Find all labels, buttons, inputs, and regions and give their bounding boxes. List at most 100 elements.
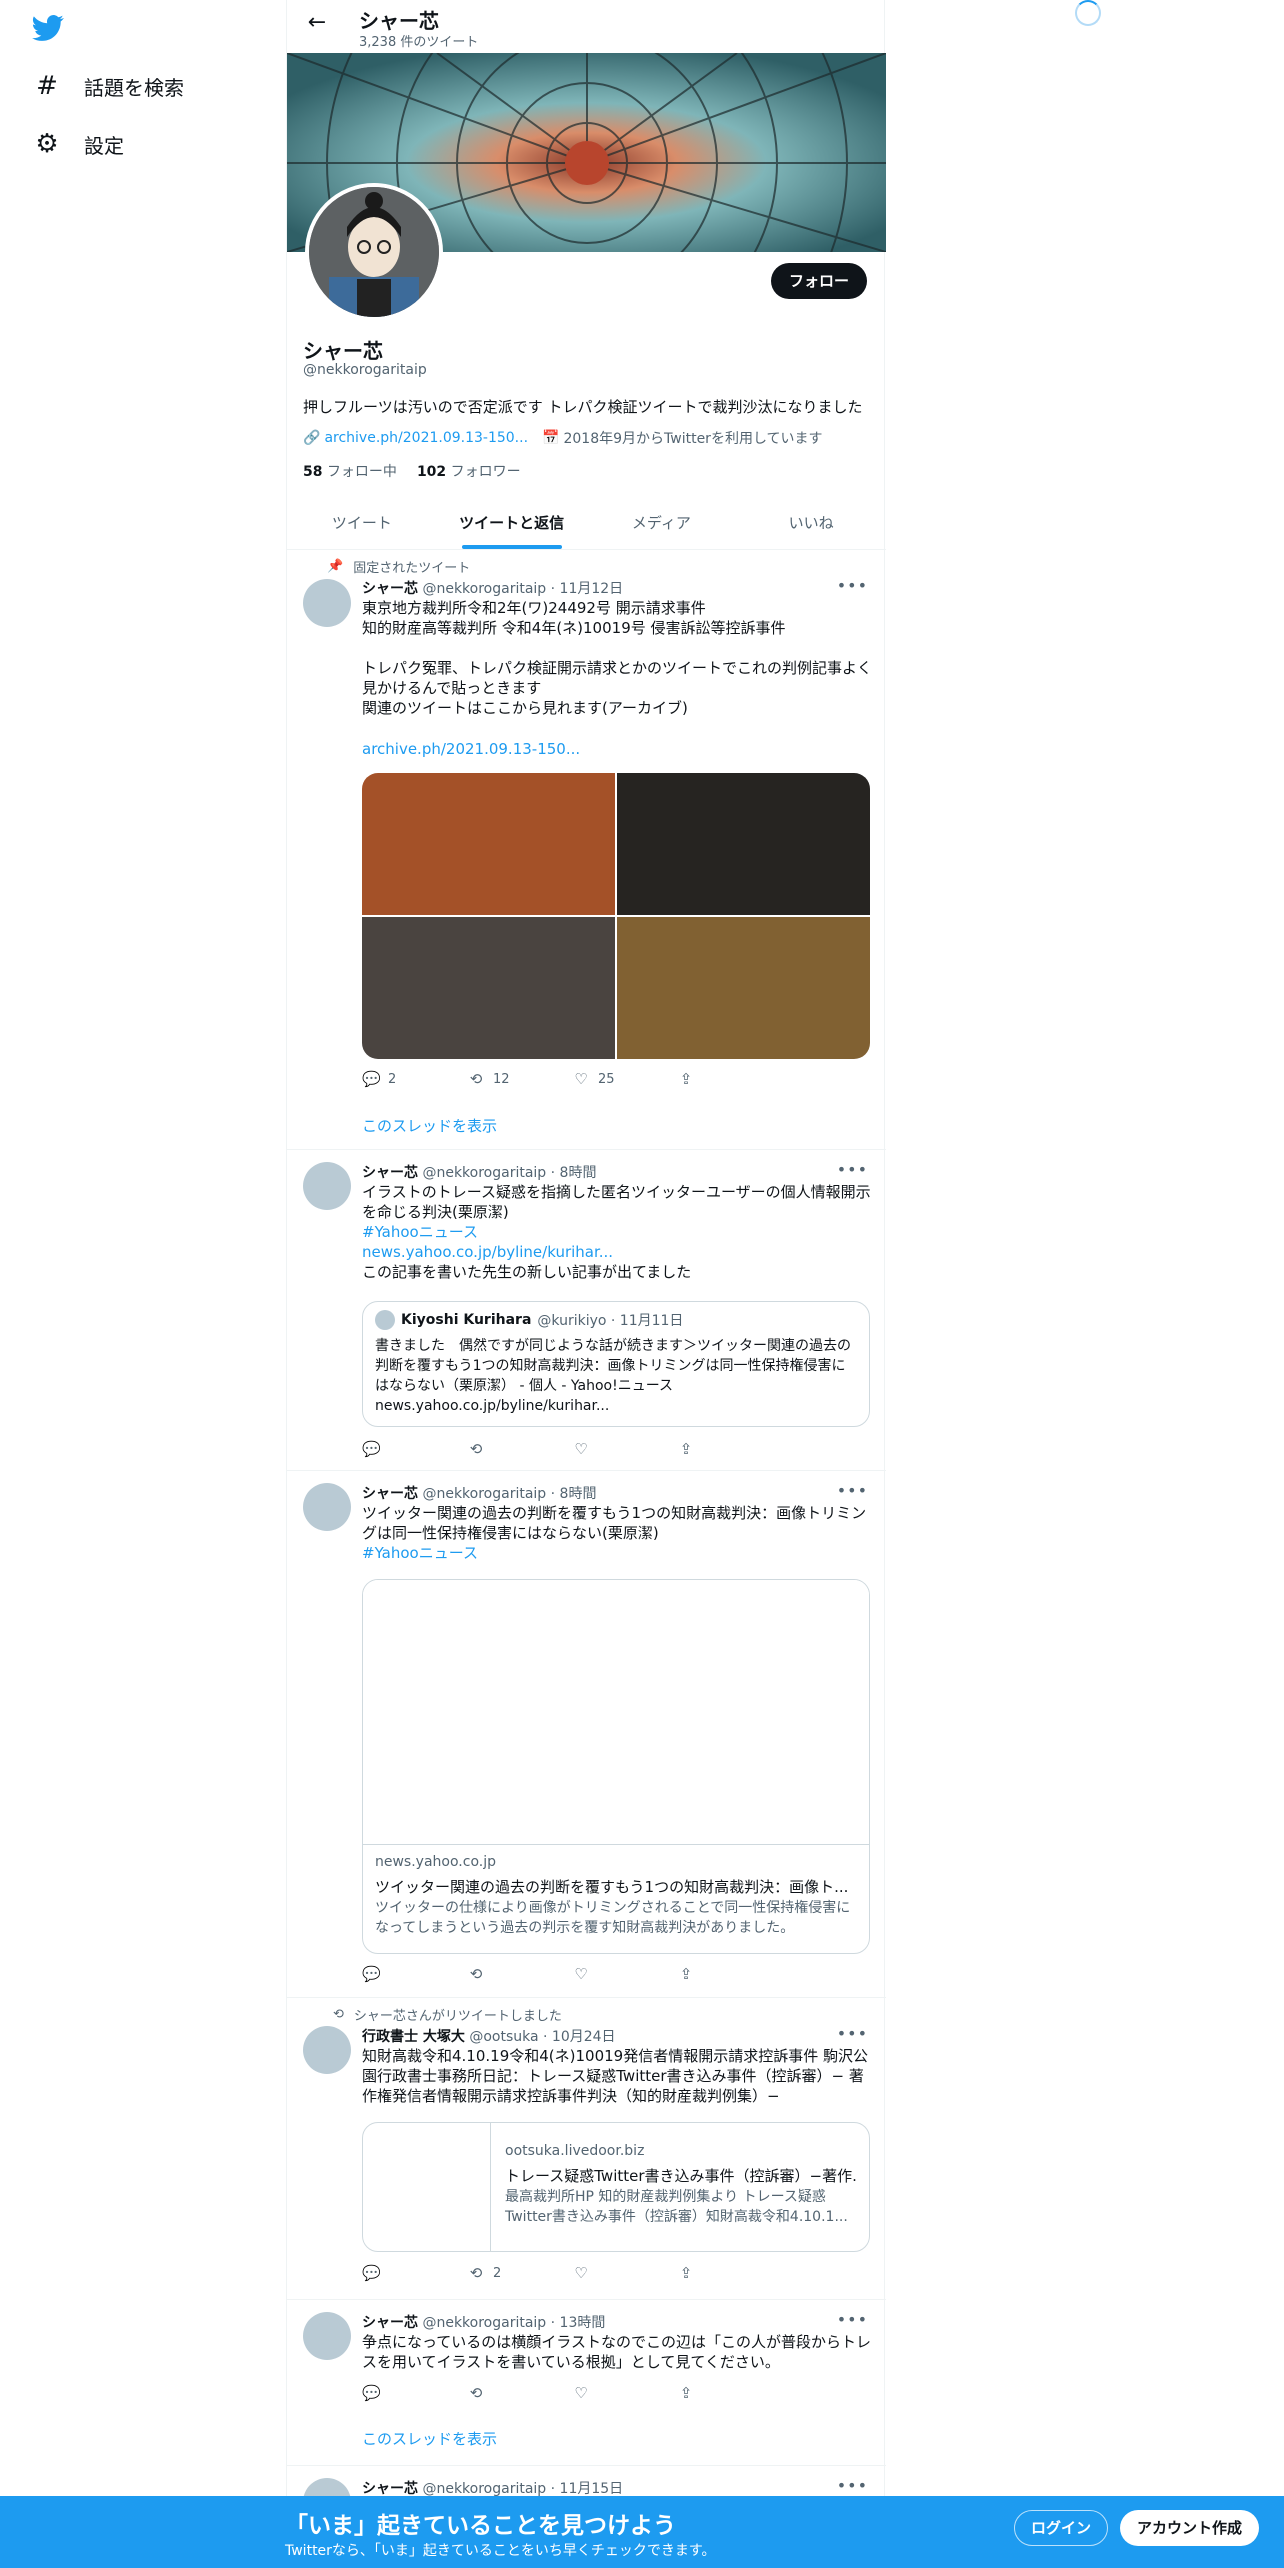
tweet-actions: 💬 ⟲ ♡ ⇪ [362, 2384, 782, 2402]
share-icon: ⇪ [679, 2384, 693, 2402]
profile-avatar[interactable] [305, 183, 443, 321]
tweet-link[interactable]: archive.ph/2021.09.13-150... [362, 739, 872, 759]
reply-button[interactable]: 💬 [362, 2264, 467, 2282]
following-link[interactable]: 58 フォロー中 [303, 461, 397, 481]
more-icon[interactable]: ••• [837, 1481, 868, 1500]
tweet-item[interactable]: ⟲ シャー芯さんがリツイートしました 行政書士 大塚大 @ootsuka · 1… [287, 1998, 886, 2300]
tweet-hashtag[interactable]: #Yahooニュース [362, 1222, 872, 1242]
tweet-item[interactable]: シャー芯 @nekkorogaritaip · 8時間 ••• イラストのトレー… [287, 1150, 886, 1471]
reply-button[interactable]: 💬 [362, 1965, 467, 1983]
share-button[interactable]: ⇪ [677, 1440, 782, 1458]
profile-header: ← シャー芯 3,238 件のツイート [287, 0, 884, 53]
tab-likes[interactable]: いいね [736, 498, 886, 549]
heart-icon: ♡ [574, 2384, 588, 2402]
share-icon: ⇪ [679, 1965, 693, 1983]
media-image[interactable] [617, 773, 870, 915]
more-icon[interactable]: ••• [837, 2310, 868, 2329]
retweet-button[interactable]: ⟲ [467, 2384, 572, 2402]
tweet-item[interactable]: シャー芯 @nekkorogaritaip · 11月15日 ••• [287, 2466, 886, 2526]
reply-icon: 💬 [362, 1965, 381, 1983]
share-button[interactable]: ⇪ [677, 2264, 782, 2282]
signup-button[interactable]: アカウント作成 [1120, 2510, 1260, 2546]
link-card-title: トレース疑惑Twitter書き込み事件（控訴審）−著作... [505, 2167, 857, 2185]
more-icon[interactable]: ••• [837, 2024, 868, 2043]
avatar[interactable] [303, 2312, 351, 2360]
nav-settings[interactable]: ⚙ 設定 [32, 129, 124, 159]
tweet-text: 知財高裁令和4.10.19令和4(ネ)10019発信者情報開示請求控訴事件 駒沢… [362, 2047, 868, 2105]
profile-bio: 押しフルーツは汚いので否定派です トレパク検証ツイートで裁判沙汰になりました [303, 398, 863, 416]
tweet-link[interactable]: news.yahoo.co.jp/byline/kurihar... [362, 1242, 872, 1262]
tab-tweets[interactable]: ツイート [287, 498, 437, 549]
header-tweet-count: 3,238 件のツイート [359, 35, 479, 50]
retweet-icon: ⟲ [469, 1070, 483, 1088]
tweet-item[interactable]: シャー芯 @nekkorogaritaip · 13時間 ••• 争点になってい… [287, 2300, 886, 2466]
like-button[interactable]: ♡ 25 [572, 1070, 677, 1088]
tab-media[interactable]: メディア [587, 498, 737, 549]
profile-meta: 🔗 archive.ph/2021.09.13-150... 📅 2018年9月… [303, 428, 823, 448]
tab-tweets-replies[interactable]: ツイートと返信 [437, 498, 587, 549]
follow-button[interactable]: フォロー [770, 263, 867, 299]
media-grid [362, 773, 870, 1059]
retweet-button[interactable]: ⟲ [467, 1440, 572, 1458]
profile-tabs: ツイート ツイートと返信 メディア いいね [287, 498, 886, 550]
share-icon: ⇪ [679, 1440, 693, 1458]
share-button[interactable]: ⇪ [677, 1965, 782, 1983]
retweet-button[interactable]: ⟲ 2 [467, 2264, 572, 2282]
tweet-text: ツイッター関連の過去の判断を覆すもう1つの知財高裁判決：画像トリミングは同一性保… [362, 1504, 867, 1542]
tweet-header: シャー芯 @nekkorogaritaip · 11月15日 [362, 2481, 624, 2497]
reply-button[interactable]: 💬 [362, 1440, 467, 1458]
link-card[interactable]: news.yahoo.co.jp ツイッター関連の過去の判断を覆すもう1つの知財… [362, 1579, 870, 1954]
share-icon: ⇪ [679, 2264, 693, 2282]
tweet-text: イラストのトレース疑惑を指摘した匿名ツイッターユーザーの個人情報開示を命じる判決… [362, 1183, 871, 1221]
nav-explore[interactable]: # 話題を検索 [32, 71, 184, 101]
media-image[interactable] [362, 773, 615, 915]
reply-button[interactable]: 💬 [362, 2384, 467, 2402]
pin-icon: 📌 [327, 559, 344, 574]
tweet-text: 東京地方裁判所令和2年(ワ)24492号 開示請求事件 知的財産高等裁判所 令和… [362, 599, 873, 717]
tweet-hashtag[interactable]: #Yahooニュース [362, 1543, 872, 1563]
followers-link[interactable]: 102 フォロワー [417, 461, 521, 481]
media-image[interactable] [617, 917, 870, 1059]
link-icon: 🔗 [303, 430, 321, 446]
retweet-icon: ⟲ [469, 2384, 483, 2402]
profile-joined: 2018年9月からTwitterを利用しています [563, 431, 823, 447]
media-image[interactable] [362, 917, 615, 1059]
retweet-button[interactable]: ⟲ [467, 1965, 572, 1983]
quote-tweet[interactable]: Kiyoshi Kurihara @kurikiyo · 11月11日 書きまし… [362, 1301, 870, 1427]
tweet-text-2: この記事を書いた先生の新しい記事が出てました [362, 1263, 692, 1281]
loading-spinner-icon [1075, 0, 1101, 26]
tweet-item[interactable]: シャー芯 @nekkorogaritaip · 8時間 ••• ツイッター関連の… [287, 1471, 886, 1998]
profile-link[interactable]: archive.ph/2021.09.13-150... [324, 430, 528, 446]
quote-meta: @kurikiyo · 11月11日 [537, 1313, 684, 1329]
share-button[interactable]: ⇪ [677, 2384, 782, 2402]
retweet-icon: ⟲ [469, 2264, 483, 2282]
gear-icon: ⚙ [35, 129, 59, 159]
avatar[interactable] [303, 579, 351, 627]
tweet-item[interactable]: 📌 固定されたツイート シャー芯 @nekkorogaritaip · 11月1… [287, 551, 886, 1150]
login-button[interactable]: ログイン [1014, 2510, 1109, 2546]
link-card[interactable]: ootsuka.livedoor.biz トレース疑惑Twitter書き込み事件… [362, 2122, 870, 2252]
retweet-icon: ⟲ [469, 1965, 483, 1983]
share-button[interactable]: ⇪ [677, 1070, 782, 1088]
show-thread-link[interactable]: このスレッドを表示 [362, 2428, 497, 2449]
avatar[interactable] [303, 1162, 351, 1210]
back-arrow-icon[interactable]: ← [301, 10, 333, 35]
tweet-actions: 💬 ⟲ ♡ ⇪ [362, 1965, 782, 1983]
retweet-button[interactable]: ⟲ 12 [467, 1070, 572, 1088]
quote-text: 書きました 偶然ですが同じような話が続きます＞ツイッター関連の過去の判断を覆すも… [375, 1338, 851, 1414]
show-thread-link[interactable]: このスレッドを表示 [362, 1115, 497, 1136]
like-button[interactable]: ♡ [572, 1440, 677, 1458]
twitter-logo-icon[interactable] [32, 12, 64, 44]
avatar[interactable] [303, 1483, 351, 1531]
like-button[interactable]: ♡ [572, 1965, 677, 1983]
avatar[interactable] [303, 2026, 351, 2074]
like-button[interactable]: ♡ [572, 2384, 677, 2402]
hashtag-icon: # [36, 71, 58, 101]
tweet-header: シャー芯 @nekkorogaritaip · 8時間 [362, 1165, 597, 1181]
nav-explore-label: 話題を検索 [84, 75, 184, 100]
more-icon[interactable]: ••• [837, 2476, 868, 2495]
reply-button[interactable]: 💬 2 [362, 1070, 467, 1088]
more-icon[interactable]: ••• [837, 1160, 868, 1179]
more-icon[interactable]: ••• [837, 576, 868, 595]
like-button[interactable]: ♡ [572, 2264, 677, 2282]
